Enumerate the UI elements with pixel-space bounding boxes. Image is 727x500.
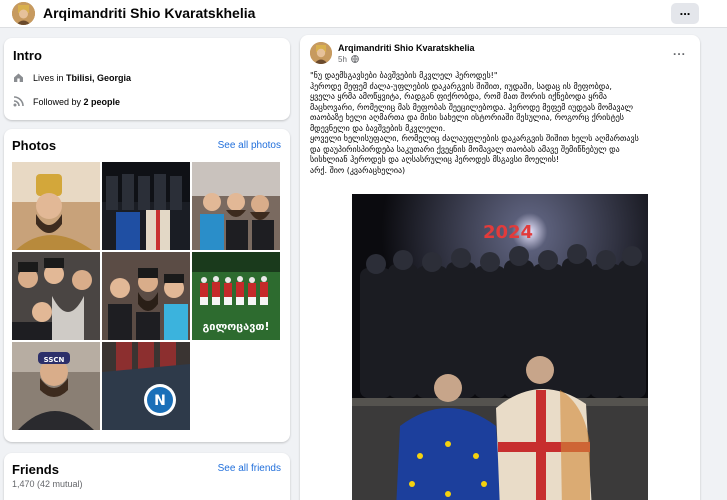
- globe-icon: [351, 55, 359, 65]
- rss-icon: [13, 96, 24, 107]
- intro-title: Intro: [13, 48, 42, 63]
- home-icon: [13, 72, 24, 83]
- intro-card: Intro Lives in Tbilisi, Georgia Followed…: [4, 38, 290, 120]
- cap-text: SSCN: [44, 356, 65, 364]
- post-author-name[interactable]: Arqimandriti Shio Kvaratskhelia: [338, 43, 475, 53]
- post-meta: 5h: [338, 55, 359, 65]
- tile-caption: გილოცავთ!: [202, 320, 269, 333]
- see-all-friends-link[interactable]: See all friends: [218, 463, 281, 474]
- friends-count: 1,470 (42 mutual): [12, 479, 83, 489]
- post-photo[interactable]: 2024: [300, 194, 700, 500]
- photo-tile-6[interactable]: გილოცავთ!: [192, 252, 280, 340]
- page-header: Arqimandriti Shio Kvaratskhelia ...: [0, 0, 727, 28]
- page-title[interactable]: Arqimandriti Shio Kvaratskhelia: [43, 5, 255, 21]
- photo-tile-7[interactable]: SSCN: [12, 342, 100, 430]
- photo-tile-1[interactable]: [12, 162, 100, 250]
- image-year-text: 2024: [483, 222, 533, 243]
- friends-card: Friends See all friends 1,470 (42 mutual…: [4, 453, 290, 500]
- followed-by-row: Followed by 2 people: [13, 96, 120, 107]
- lives-in-row: Lives in Tbilisi, Georgia: [13, 72, 131, 83]
- photos-title: Photos: [12, 138, 57, 153]
- svg-text:N: N: [154, 393, 166, 409]
- friends-title: Friends: [12, 462, 59, 477]
- followed-prefix: Followed by: [33, 97, 82, 107]
- post-options-button[interactable]: ...: [673, 44, 686, 58]
- photo-tile-2[interactable]: [102, 162, 190, 250]
- more-options-button[interactable]: ...: [671, 3, 699, 24]
- photo-tile-8[interactable]: N: [102, 342, 190, 430]
- photos-card: Photos See all photos გილოცავთ! SSCN N: [4, 129, 290, 442]
- lives-place-link[interactable]: Tbilisi, Georgia: [66, 73, 131, 83]
- followed-count-link[interactable]: 2 people: [84, 97, 121, 107]
- photo-tile-3[interactable]: [192, 162, 280, 250]
- post-time[interactable]: 5h: [338, 55, 347, 64]
- lives-prefix: Lives in: [33, 73, 64, 83]
- profile-avatar[interactable]: [12, 2, 35, 25]
- see-all-photos-link[interactable]: See all photos: [218, 140, 281, 151]
- post-card: Arqimandriti Shio Kvaratskhelia 5h ... "…: [300, 35, 700, 500]
- photo-tile-5[interactable]: [102, 252, 190, 340]
- post-author-avatar[interactable]: [310, 42, 332, 64]
- post-text: "ნუ დაემსგავსები ბავშვების მკვლელ ჰეროდე…: [310, 71, 639, 175]
- photo-tile-4[interactable]: [12, 252, 100, 340]
